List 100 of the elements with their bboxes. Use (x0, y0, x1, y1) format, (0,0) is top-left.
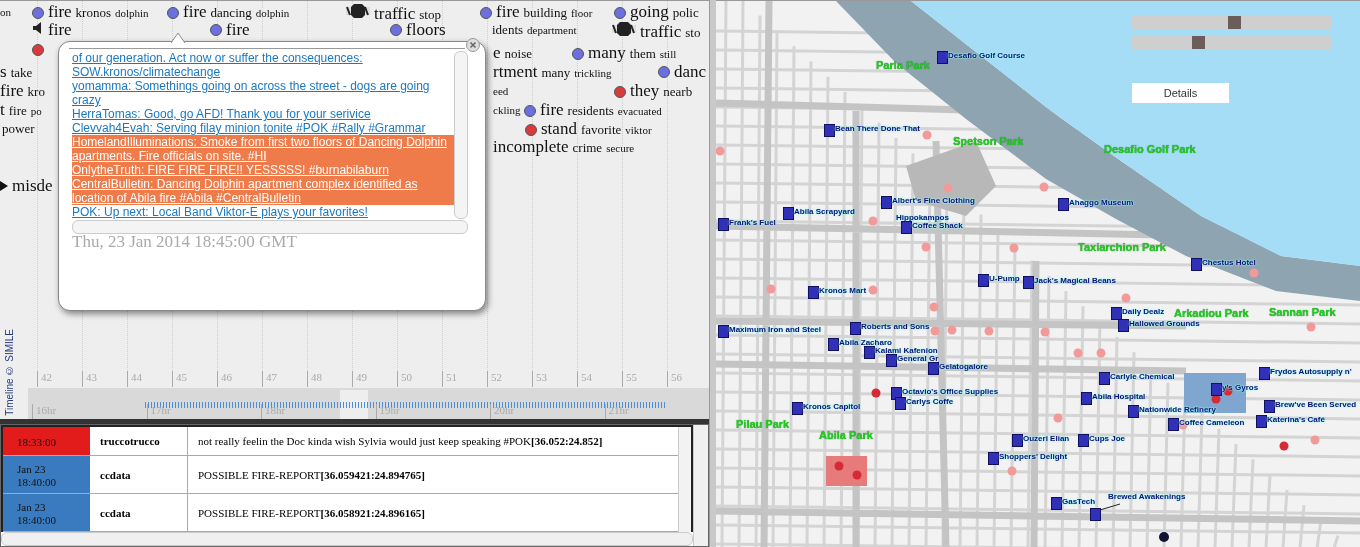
place-label: Abila Scrapyard (794, 207, 855, 216)
place-marker[interactable] (824, 124, 835, 137)
place-label: Hallowed Grounds (1129, 319, 1200, 328)
place-marker[interactable] (1081, 392, 1092, 405)
event-word: fire (48, 21, 72, 39)
place-marker[interactable] (1111, 307, 1122, 320)
tweet-link[interactable]: POK: Up next: Local Band Viktor-E plays your favorites! (72, 205, 455, 219)
close-icon[interactable] (466, 38, 480, 52)
event-dot[interactable] (572, 47, 584, 60)
place-marker[interactable] (978, 274, 989, 287)
place-label: Abila Zacharo (839, 338, 892, 347)
place-marker[interactable] (1256, 415, 1267, 428)
tweet-link[interactable]: yomamma: Somethings going on across the street - dogs are going crazy (72, 79, 455, 107)
minute-label: 54 (577, 371, 592, 387)
place-marker[interactable] (1128, 405, 1139, 418)
event-dot[interactable] (658, 66, 670, 78)
event-word: floor (570, 6, 593, 21)
vertical-scrollbar[interactable] (678, 427, 691, 532)
slider-track[interactable] (1132, 36, 1332, 49)
event-word: power (2, 120, 35, 138)
place-marker[interactable] (895, 397, 906, 410)
place-marker[interactable] (988, 452, 999, 465)
event-dot[interactable] (614, 85, 626, 98)
date-cell: Jan 23 18:40:00 (3, 494, 90, 531)
place-marker[interactable] (792, 402, 803, 415)
event-dot[interactable] (390, 24, 402, 36)
event-word: going (630, 3, 669, 21)
place-marker[interactable] (1023, 276, 1034, 289)
place-marker[interactable] (828, 338, 839, 351)
place-marker[interactable] (937, 51, 948, 64)
date-cell: Jan 23 18:40:00 (3, 456, 90, 493)
park-label: Desafio Golf Park (1104, 143, 1196, 155)
place-label: Carlys Coffe (906, 397, 954, 406)
place-label: Gelatogalore (939, 362, 988, 371)
tweet-link[interactable]: Clevvah4Evah: Serving filay minion tonite #POK #Rally #Grammar (72, 121, 455, 135)
place-marker[interactable] (1051, 497, 1062, 510)
horizontal-scrollbar[interactable] (72, 220, 468, 234)
place-marker[interactable] (881, 196, 892, 209)
horizontal-scrollbar[interactable] (1, 532, 693, 546)
event-word: ckling (493, 103, 521, 118)
event-dot[interactable] (32, 6, 44, 19)
vertical-scrollbar[interactable] (693, 425, 708, 546)
place-label: Frydos Autosupply n' (1270, 367, 1352, 376)
map-drawing[interactable] (716, 1, 1360, 547)
event-word: sto (685, 24, 701, 42)
tweet-link[interactable]: CentralBulletin: Dancing Dolphin apartment complex identified as location of Abila fire #Abila #CentralBulletin (72, 177, 455, 205)
event-word: dolphin (255, 6, 290, 21)
place-marker[interactable] (1058, 198, 1069, 211)
place-marker[interactable] (1078, 434, 1089, 447)
event-word: department (527, 23, 577, 38)
place-marker[interactable] (1264, 400, 1275, 413)
place-marker[interactable] (808, 286, 819, 299)
event-dot[interactable] (210, 24, 222, 36)
place-marker[interactable] (1191, 258, 1202, 271)
event-word: eed (493, 84, 509, 99)
event-dot[interactable] (524, 104, 536, 117)
slider-thumb[interactable] (1192, 36, 1205, 49)
place-label: U-Pump (989, 274, 1020, 283)
event-dot[interactable] (525, 123, 537, 136)
place-marker[interactable] (1118, 319, 1129, 332)
tweet-link[interactable]: HomelandIlluminations: Smoke from first two floors of Dancing Dolphin apartments. Fire officials on site. #HI (72, 135, 455, 163)
place-marker[interactable] (1168, 418, 1179, 431)
tweet-link[interactable]: HerraTomas: Good, go AFD! Thank you for your serivice (72, 107, 455, 121)
place-marker[interactable] (1012, 434, 1023, 447)
place-marker[interactable] (886, 354, 897, 367)
event-word: t (0, 101, 5, 119)
viewport-highlight[interactable] (340, 390, 368, 420)
place-marker[interactable] (718, 325, 729, 338)
place-marker[interactable] (783, 207, 794, 220)
place-label: General Gr (897, 354, 939, 363)
place-marker[interactable] (1211, 383, 1222, 396)
user-cell: ccdata (90, 494, 188, 531)
slider-track[interactable] (1132, 16, 1332, 29)
slider-thumb[interactable] (1228, 16, 1241, 29)
message-cell-text: POSSIBLE FIRE-REPORT[36.059421:24.894765] (197, 467, 426, 483)
event-dot[interactable] (614, 6, 626, 19)
vertical-scrollbar[interactable] (454, 51, 468, 219)
event-dot[interactable] (167, 6, 179, 19)
minute-label: 51 (442, 371, 457, 387)
place-marker[interactable] (1259, 367, 1270, 380)
message-cell-text: POSSIBLE FIRE-REPORT[36.058921:24.896165] (197, 505, 426, 521)
event-dot[interactable] (480, 6, 492, 19)
place-marker[interactable] (1099, 372, 1110, 385)
arrow-icon (0, 181, 8, 191)
place-marker[interactable] (718, 218, 729, 231)
event-dot[interactable] (32, 44, 44, 56)
place-marker[interactable] (850, 322, 861, 335)
event-word: kro (27, 83, 45, 101)
place-label: Ahaggo Museum (1069, 198, 1134, 207)
place-marker[interactable] (864, 346, 875, 359)
place-marker[interactable] (928, 362, 939, 375)
park-label: Spetson Park (953, 135, 1024, 147)
event-word: traffic (374, 5, 416, 23)
details-button[interactable]: Details (1132, 83, 1229, 103)
message-cell-text: not really feelin the Doc kinda wish Sylvia would just keep speaking #POK[36.052:24.852] (197, 434, 604, 449)
place-label: Maximum Iron and Steel (729, 325, 822, 334)
place-marker[interactable] (1090, 508, 1101, 521)
event-word: kronos (75, 4, 111, 22)
tweet-link[interactable]: OnlytheTruth: FIRE FIRE FIRE!! YESSSSS! #burnabilaburn (72, 163, 455, 177)
place-marker[interactable] (901, 221, 912, 234)
